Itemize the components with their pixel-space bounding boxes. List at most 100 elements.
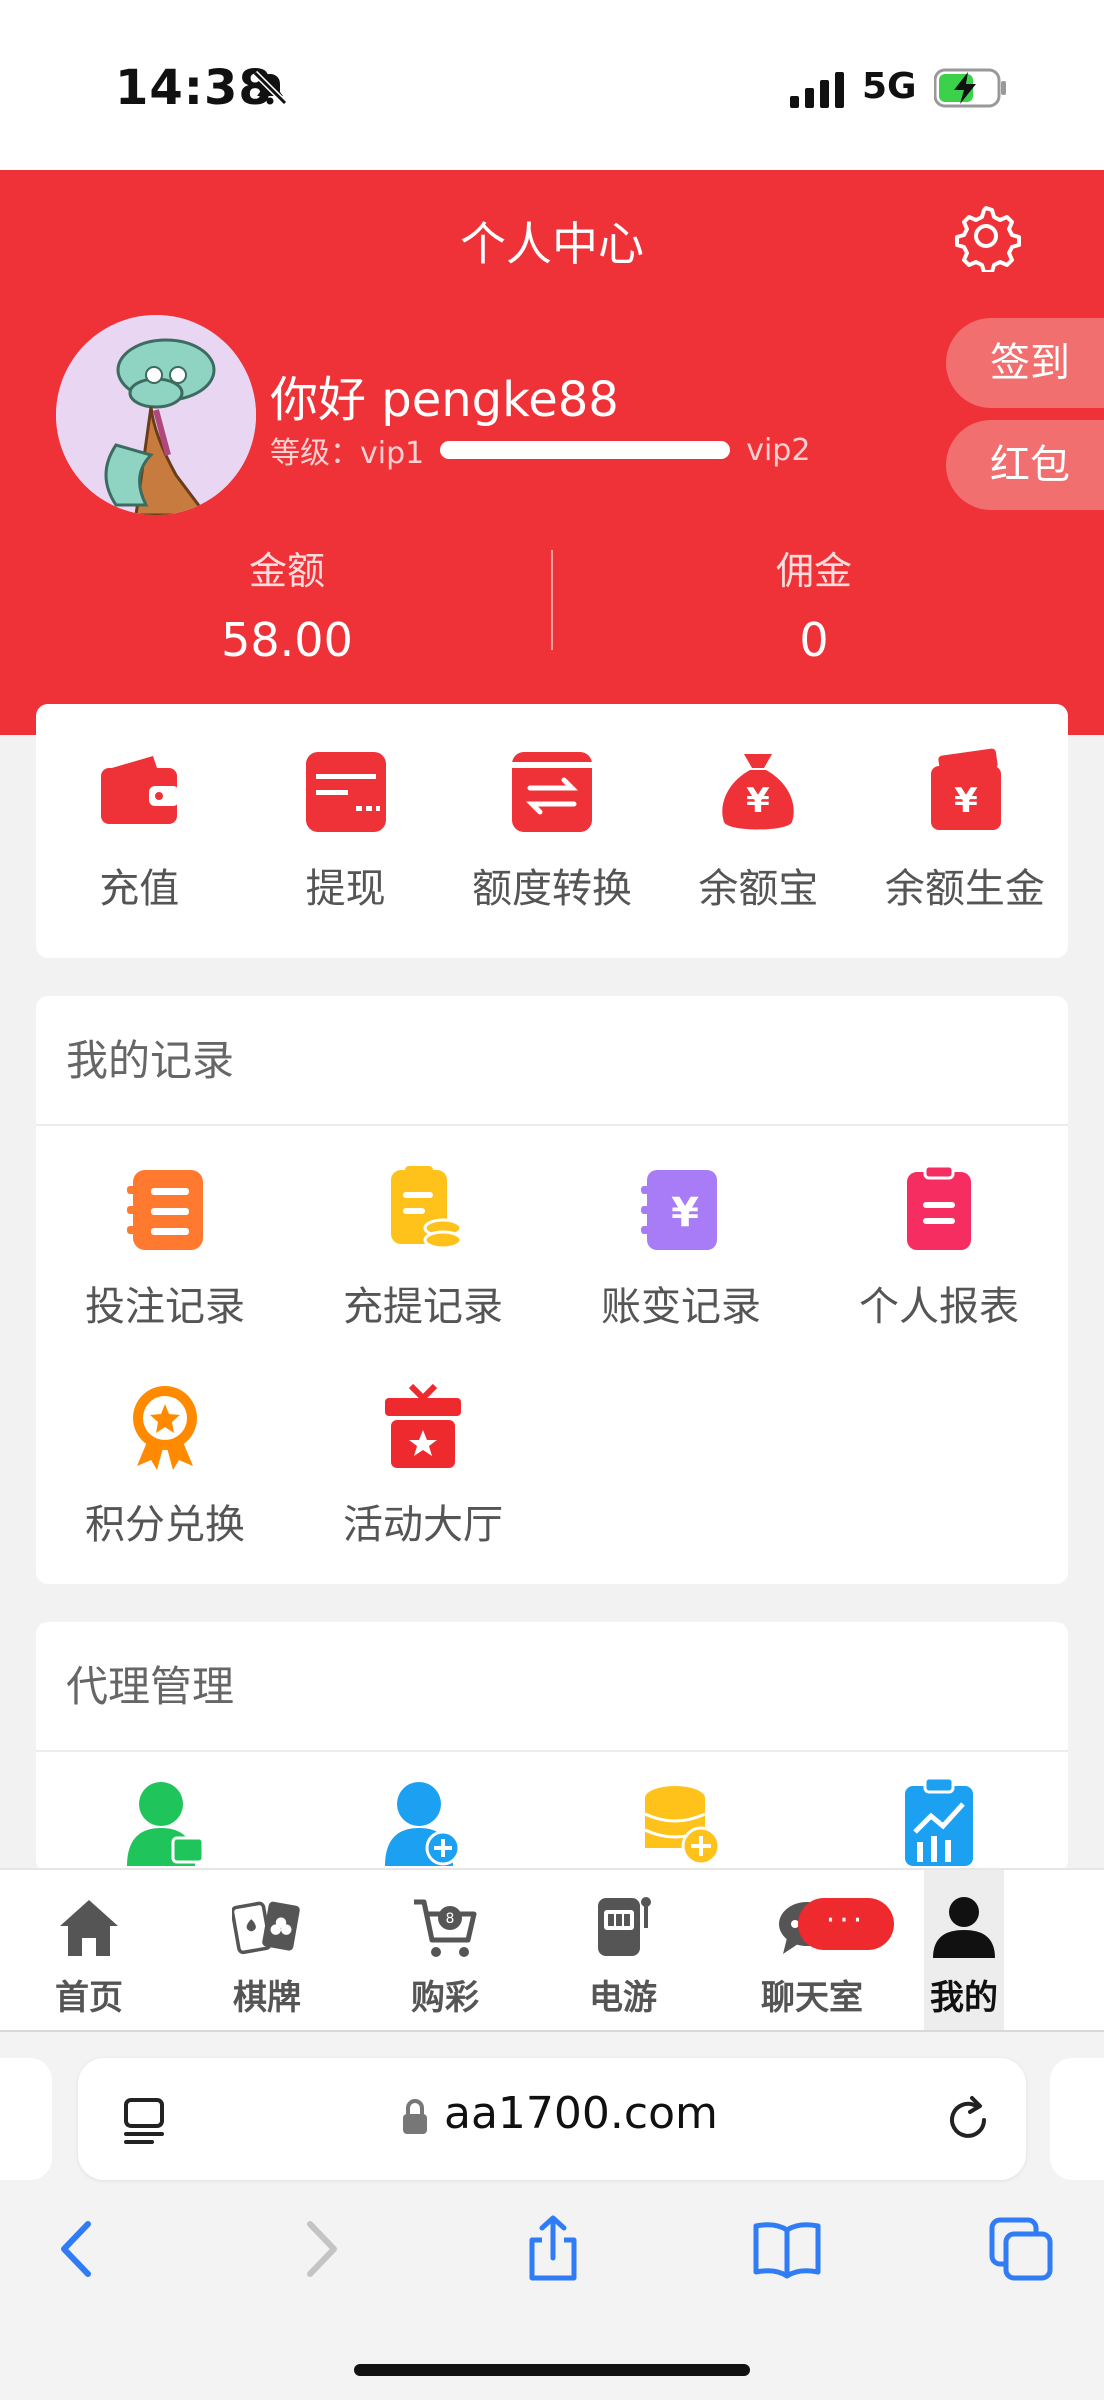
vip-level: 等级：vip1 vip2 bbox=[270, 428, 810, 472]
tabs-icon[interactable] bbox=[986, 2214, 1056, 2284]
quick-action-label: 额度转换 bbox=[472, 866, 633, 912]
user-icon bbox=[933, 1897, 995, 1958]
money-bag-icon: ¥ bbox=[722, 754, 795, 830]
withdraw-button[interactable]: 提现 bbox=[242, 704, 448, 958]
forward-icon[interactable] bbox=[284, 2214, 354, 2284]
account-change-record-button[interactable]: ¥ 账变记录 bbox=[552, 1126, 810, 1344]
stat-divider bbox=[551, 550, 553, 650]
next-level-label: vip2 bbox=[746, 432, 811, 468]
balance-label: 金额 bbox=[248, 549, 325, 593]
team-member-icon bbox=[127, 1782, 205, 1866]
commission-stat: 佣金 0 bbox=[664, 540, 964, 667]
avatar[interactable] bbox=[56, 315, 256, 515]
medal-icon bbox=[133, 1386, 197, 1470]
add-user-icon bbox=[385, 1782, 461, 1866]
commission-value: 0 bbox=[799, 613, 829, 667]
slot-machine-icon bbox=[598, 1897, 651, 1956]
previous-tab-preview[interactable] bbox=[0, 2058, 52, 2180]
chart-report-icon bbox=[905, 1776, 973, 1866]
next-tab-preview[interactable] bbox=[1050, 2058, 1104, 2180]
lottery-cart-icon: 8 bbox=[414, 1899, 477, 1957]
silent-bell-icon bbox=[252, 70, 288, 106]
tab-label: 聊天室 bbox=[761, 1978, 863, 2018]
personal-report-button[interactable]: 个人报表 bbox=[810, 1126, 1068, 1344]
status-bar: 14:38 5G bbox=[0, 0, 1104, 170]
yue-shengjin-button[interactable]: ¥ 余额生金 bbox=[862, 704, 1068, 958]
bottom-tab-bar: 首页 棋牌 8 购彩 电游 ··· 聊天室 我的 bbox=[0, 1868, 1104, 2032]
quick-action-label: 余额生金 bbox=[884, 866, 1045, 912]
battery-charging-icon bbox=[934, 68, 1006, 108]
address-bar[interactable]: aa1700.com bbox=[78, 2058, 1026, 2180]
deposit-withdraw-icon bbox=[391, 1166, 463, 1250]
svg-text:¥: ¥ bbox=[747, 781, 771, 821]
home-indicator bbox=[354, 2364, 750, 2376]
tab-label: 购彩 bbox=[411, 1978, 479, 2018]
svg-text:¥: ¥ bbox=[671, 1190, 699, 1236]
coins-add-icon bbox=[644, 1786, 721, 1866]
tab-home[interactable]: 首页 bbox=[0, 1870, 178, 2032]
card-icon bbox=[305, 752, 386, 832]
reload-icon[interactable] bbox=[938, 2090, 998, 2150]
transfer-button[interactable]: 额度转换 bbox=[449, 704, 655, 958]
back-icon[interactable] bbox=[44, 2214, 114, 2284]
user-greeting: 你好 pengke88 bbox=[270, 372, 619, 428]
page-title: 个人中心 bbox=[460, 217, 644, 271]
record-label: 个人报表 bbox=[859, 1284, 1019, 1330]
lock-icon bbox=[403, 2099, 427, 2134]
tab-chat-room[interactable]: ··· 聊天室 bbox=[712, 1870, 912, 2032]
tab-label: 电游 bbox=[589, 1978, 657, 2018]
tab-label: 棋牌 bbox=[233, 1978, 301, 2018]
agent-item[interactable] bbox=[552, 1752, 810, 1866]
tab-electronic-games[interactable]: 电游 bbox=[534, 1870, 712, 2032]
page-menu-icon[interactable] bbox=[118, 2092, 174, 2148]
cash-stack-icon: ¥ bbox=[930, 748, 1001, 830]
settings-gear-icon[interactable] bbox=[950, 200, 1022, 272]
quick-actions-card: 充值 提现 额度转换 ¥ 余额宝 ¥ 余额生金 bbox=[36, 704, 1068, 958]
agent-card: 代理管理 bbox=[36, 1622, 1068, 1872]
record-label: 充提记录 bbox=[343, 1284, 503, 1330]
tab-label: 首页 bbox=[55, 1978, 123, 2018]
balance-stat: 金额 58.00 bbox=[137, 540, 437, 667]
recharge-button[interactable]: 充值 bbox=[36, 704, 242, 958]
tab-chess-cards[interactable]: 棋牌 bbox=[178, 1870, 356, 2032]
home-icon bbox=[60, 1900, 118, 1956]
report-icon bbox=[907, 1164, 971, 1250]
red-packet-button[interactable]: 红包 bbox=[946, 420, 1104, 510]
betting-record-icon bbox=[127, 1170, 203, 1250]
chat-unread-badge: ··· bbox=[798, 1898, 894, 1950]
bookmarks-icon[interactable] bbox=[752, 2214, 822, 2284]
quick-action-label: 余额宝 bbox=[698, 866, 819, 912]
records-card: 我的记录 投注记录 充提记录 ¥ 账变记录 个人报表 积分兑换 活动大厅 bbox=[36, 996, 1068, 1584]
record-label: 投注记录 bbox=[85, 1284, 245, 1330]
commission-label: 佣金 bbox=[775, 549, 852, 593]
profile-header: 个人中心 你好 pengke88 等级：vip1 vip2 签到 红包 金额 5… bbox=[0, 170, 1104, 735]
network-type: 5G bbox=[862, 66, 917, 107]
tab-lottery[interactable]: 8 购彩 bbox=[356, 1870, 534, 2032]
signin-button[interactable]: 签到 bbox=[946, 318, 1104, 408]
transfer-icon bbox=[512, 752, 593, 832]
deposit-withdraw-record-button[interactable]: 充提记录 bbox=[294, 1126, 552, 1344]
quick-action-label: 提现 bbox=[305, 866, 386, 912]
yuebao-button[interactable]: ¥ 余额宝 bbox=[655, 704, 861, 958]
url-text: aa1700.com bbox=[444, 2088, 718, 2139]
account-change-icon: ¥ bbox=[641, 1170, 717, 1250]
browser-toolbar: aa1700.com bbox=[0, 2032, 1104, 2400]
current-level-label: 等级：vip1 bbox=[270, 436, 425, 471]
svg-text:¥: ¥ bbox=[954, 781, 978, 821]
agent-item[interactable] bbox=[810, 1752, 1068, 1866]
gift-icon bbox=[385, 1383, 461, 1468]
cards-icon bbox=[232, 1901, 300, 1955]
tab-mine[interactable]: 我的 bbox=[924, 1870, 1004, 2032]
level-progress-bar bbox=[440, 441, 731, 459]
share-icon[interactable] bbox=[518, 2214, 588, 2284]
agent-item[interactable] bbox=[36, 1752, 294, 1866]
points-exchange-button[interactable]: 积分兑换 bbox=[36, 1344, 294, 1562]
record-label: 账变记录 bbox=[601, 1284, 761, 1330]
activity-hall-button[interactable]: 活动大厅 bbox=[294, 1344, 552, 1562]
signal-icon bbox=[790, 72, 844, 108]
tab-label: 我的 bbox=[930, 1978, 998, 2018]
agent-item[interactable] bbox=[294, 1752, 552, 1866]
betting-record-button[interactable]: 投注记录 bbox=[36, 1126, 294, 1344]
svg-text:8: 8 bbox=[446, 1911, 455, 1927]
record-label: 活动大厅 bbox=[343, 1502, 503, 1548]
